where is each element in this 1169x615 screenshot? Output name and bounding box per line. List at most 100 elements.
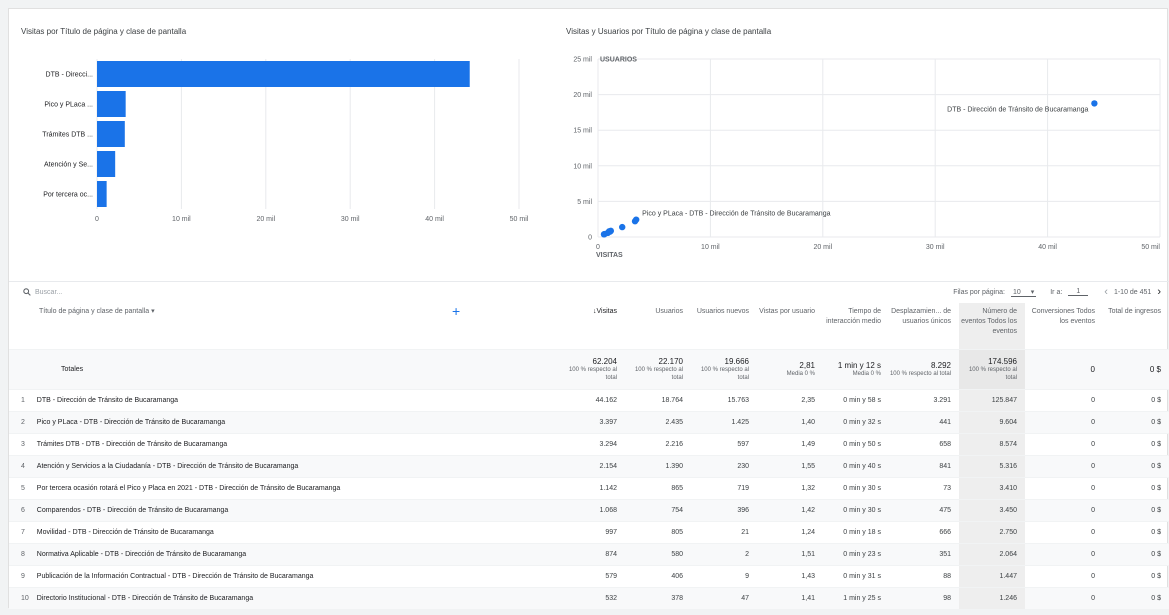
cell-conv: 0 bbox=[1025, 476, 1103, 499]
column-header-ingresos[interactable]: Total de ingresos bbox=[1103, 303, 1169, 349]
bar[interactable] bbox=[97, 61, 470, 87]
scatter-point[interactable] bbox=[619, 223, 626, 231]
table-row[interactable]: 5 Por tercera ocasión rotará el Pico y Pl… bbox=[9, 476, 1169, 499]
table-row[interactable]: 1 DTB - Dirección de Tránsito de Bucarama… bbox=[9, 388, 1169, 411]
row-title[interactable]: Trámites DTB - DTB - Dirección de Tránsi… bbox=[36, 432, 559, 455]
cell-conv: 0 bbox=[1025, 388, 1103, 411]
totals-ingresos: 0 $ bbox=[1103, 348, 1169, 389]
cell-desp: 841 bbox=[889, 454, 959, 477]
dropdown-icon: ▾ bbox=[151, 308, 155, 315]
cell-nuevos: 719 bbox=[691, 476, 757, 499]
goto-page-input[interactable]: 1 bbox=[1068, 288, 1089, 296]
row-index: 3 bbox=[9, 432, 37, 455]
cell-nuevos: 230 bbox=[691, 454, 757, 477]
bar-x-tick: 40 mil bbox=[425, 216, 444, 223]
column-header-usuarios[interactable]: Usuarios bbox=[625, 303, 691, 349]
cell-eventos: 3.410 bbox=[959, 476, 1025, 499]
scatter-y-axis-label: USUARIOS bbox=[600, 57, 637, 64]
cell-eventos: 9.604 bbox=[959, 410, 1025, 433]
table-row[interactable]: 9 Publicación de la Información Contractu… bbox=[9, 564, 1169, 587]
cell-conv: 0 bbox=[1025, 454, 1103, 477]
scatter-point-label: Pico y PLaca - DTB - Dirección de Tránsi… bbox=[642, 211, 830, 218]
column-header-tiempo[interactable]: Tiempo de interacción medio bbox=[823, 303, 889, 349]
cell-tiempo: 0 min y 50 s bbox=[823, 432, 889, 455]
bar-category-label: Por tercera oc... bbox=[43, 192, 93, 199]
row-index: 8 bbox=[9, 542, 37, 565]
previous-page-icon[interactable]: ‹ bbox=[1104, 286, 1108, 298]
column-header-vistas-por-usuario[interactable]: Vistas por usuario bbox=[757, 303, 823, 349]
table-row[interactable]: 6 Comparendos - DTB - Dirección de Tránsi… bbox=[9, 498, 1169, 521]
cell-visitas: 2.154 bbox=[559, 454, 625, 477]
column-header-visitas[interactable]: ↓Visitas bbox=[559, 303, 625, 349]
page-range: 1-10 de 451 bbox=[1113, 288, 1152, 296]
cell-eventos: 2.750 bbox=[959, 520, 1025, 543]
table-row[interactable]: 2 Pico y PLaca - DTB - Dirección de Tráns… bbox=[9, 410, 1169, 433]
table-row[interactable]: 7 Movilidad - DTB - Dirección de Tránsito… bbox=[9, 520, 1169, 543]
pagination: Filas por página: 10 ▾ Ir a: 1 ‹ 1-10 de… bbox=[953, 286, 1161, 298]
cell-conv: 0 bbox=[1025, 410, 1103, 433]
cell-visitas: 579 bbox=[559, 564, 625, 587]
cell-conv: 0 bbox=[1025, 542, 1103, 565]
bar[interactable] bbox=[97, 121, 125, 147]
cell-desp: 3.291 bbox=[889, 388, 959, 411]
row-title[interactable]: Por tercera ocasión rotará el Pico y Pla… bbox=[36, 476, 559, 499]
column-header-conversiones[interactable]: Conversiones Todos los eventos bbox=[1025, 303, 1103, 349]
row-index: 2 bbox=[9, 410, 37, 433]
cell-visitas: 997 bbox=[559, 520, 625, 543]
cell-eventos: 1.447 bbox=[959, 564, 1025, 587]
cell-eventos: 8.574 bbox=[959, 432, 1025, 455]
cell-usuarios: 18.764 bbox=[625, 388, 691, 411]
cell-tiempo: 0 min y 18 s bbox=[823, 520, 889, 543]
bar-chart: 0 10 mil 20 mil 30 mil 40 mil 50 mil DTB - Dir… bbox=[42, 59, 529, 223]
search-input[interactable]: Buscar... bbox=[23, 288, 62, 296]
column-header-eventos[interactable]: Número de eventos Todos los eventos bbox=[959, 303, 1025, 349]
scatter-point[interactable] bbox=[600, 231, 608, 238]
rows-per-page-value: 10 bbox=[1012, 288, 1021, 296]
table-row[interactable]: 8 Normativa Aplicable - DTB - Dirección d… bbox=[9, 542, 1169, 565]
column-header-usuarios-nuevos[interactable]: Usuarios nuevos bbox=[691, 303, 757, 349]
row-title[interactable]: Comparendos - DTB - Dirección de Tránsit… bbox=[36, 498, 559, 521]
bar[interactable] bbox=[97, 181, 107, 207]
cell-nuevos: 9 bbox=[691, 564, 757, 587]
cell-visitas: 44.162 bbox=[559, 388, 625, 411]
scatter-point[interactable] bbox=[631, 218, 639, 225]
scatter-x-tick: 50 mil bbox=[1141, 244, 1160, 251]
row-title[interactable]: Publicación de la Información Contractua… bbox=[36, 564, 559, 587]
rows-per-page-select[interactable]: 10 ▾ bbox=[1010, 288, 1037, 297]
next-page-icon[interactable]: › bbox=[1157, 286, 1161, 298]
bar[interactable] bbox=[97, 151, 116, 177]
cell-usuarios: 406 bbox=[625, 564, 691, 587]
scatter-point[interactable] bbox=[1091, 100, 1098, 107]
totals-visitas: 62.204 100 % respecto al total bbox=[559, 348, 625, 389]
row-title[interactable]: Atención y Servicios a la Ciudadanía - D… bbox=[36, 454, 559, 477]
cell-eventos: 125.847 bbox=[959, 388, 1025, 411]
cell-vpu: 1,51 bbox=[757, 542, 823, 565]
row-title[interactable]: DTB - Dirección de Tránsito de Bucaraman… bbox=[36, 388, 559, 411]
cell-vpu: 1,41 bbox=[757, 586, 823, 609]
cell-tiempo: 0 min y 58 s bbox=[823, 388, 889, 411]
row-title[interactable]: Movilidad - DTB - Dirección de Tránsito … bbox=[36, 520, 559, 543]
bar[interactable] bbox=[97, 91, 126, 117]
cell-visitas: 1.068 bbox=[559, 498, 625, 521]
cell-vpu: 1,55 bbox=[757, 454, 823, 477]
cell-usuarios: 805 bbox=[625, 520, 691, 543]
row-title[interactable]: Normativa Aplicable - DTB - Dirección de… bbox=[36, 542, 559, 565]
bar-category-label: DTB - Direcci... bbox=[46, 72, 94, 79]
cell-desp: 666 bbox=[889, 520, 959, 543]
cell-nuevos: 1.425 bbox=[691, 410, 757, 433]
report-card: Visitas por Título de página y clase de … bbox=[8, 8, 1169, 609]
row-title[interactable]: Pico y PLaca - DTB - Dirección de Tránsi… bbox=[36, 410, 559, 433]
table-row[interactable]: 4 Atención y Servicios a la Ciudadanía - … bbox=[9, 454, 1169, 477]
cell-nuevos: 2 bbox=[691, 542, 757, 565]
cell-desp: 658 bbox=[889, 432, 959, 455]
cell-vpu: 1,40 bbox=[757, 410, 823, 433]
row-title[interactable]: Directorio Institucional - DTB - Direcci… bbox=[36, 586, 559, 609]
cell-visitas: 1.142 bbox=[559, 476, 625, 499]
column-header-title[interactable]: Título de página y clase de pantalla ▾ bbox=[9, 303, 559, 349]
column-header-desplazamientos[interactable]: Desplazamien... de usuarios únicos bbox=[889, 303, 959, 349]
table-row[interactable]: 3 Trámites DTB - DTB - Dirección de Tráns… bbox=[9, 432, 1169, 455]
scatter-y-tick: 10 mil bbox=[573, 163, 592, 170]
scatter-x-tick: 30 mil bbox=[926, 244, 945, 251]
cell-ingresos: 0 $ bbox=[1103, 454, 1169, 477]
table-row[interactable]: 10 Directorio Institucional - DTB - Direc… bbox=[9, 586, 1169, 609]
